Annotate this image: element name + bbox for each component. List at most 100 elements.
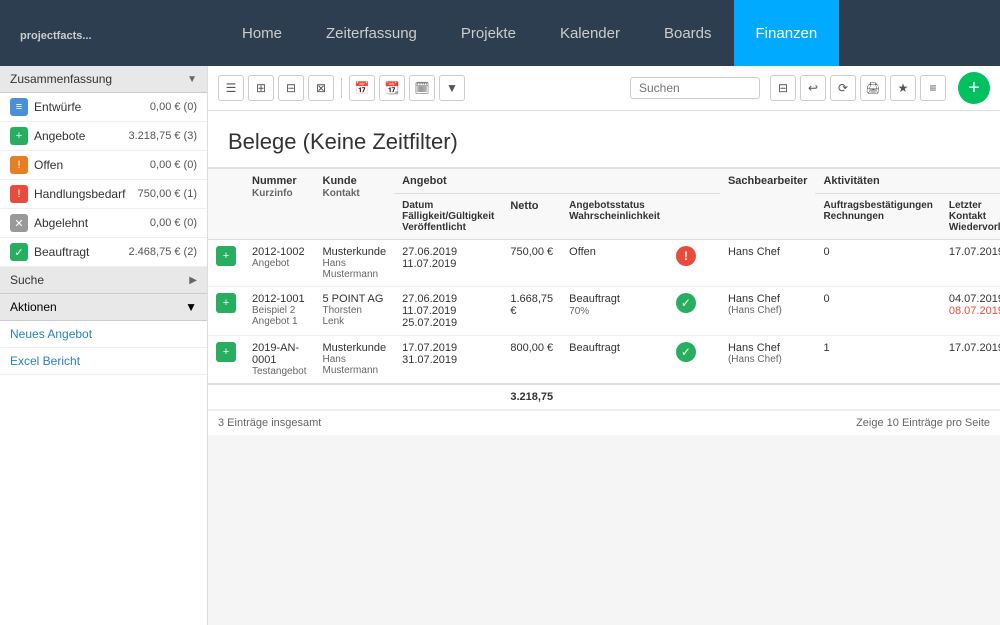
th-sachbearbeiter[interactable]: Sachbearbeiter — [720, 169, 815, 240]
sidebar-zusammenfassung-header[interactable]: Zusammenfassung ▼ — [0, 66, 207, 93]
aktionen-arrow: ▼ — [185, 300, 197, 314]
nav-projekte[interactable]: Projekte — [439, 0, 538, 66]
th-netto[interactable]: Netto — [502, 194, 561, 240]
nav-kalender[interactable]: Kalender — [538, 0, 642, 66]
row1-kunde: Musterkunde Hans Mustermann — [315, 240, 395, 287]
row2-status-icon: ✓ — [676, 293, 696, 313]
row2-letzter-kontakt: 04.07.2019 08.07.2019 — [941, 287, 1000, 336]
toolbar-list-btn[interactable]: ☰ — [218, 75, 244, 101]
search-input[interactable] — [630, 77, 760, 99]
data-table: Nummer Kurzinfo Kunde Kontakt Angebot Sa… — [208, 169, 1000, 410]
content-area: ☰ ⊞ ⊟ ⊠ 📅 📆 🗓 ▼ ⊟ ↩ ⟳ 🖨 ★ ≡ + Bele — [208, 66, 1000, 625]
zusammenfassung-label: Zusammenfassung — [10, 72, 112, 86]
row1-sachbearbeiter: Hans Chef — [720, 240, 815, 287]
th-letzter-kontakt[interactable]: Letzter Kontakt Wiedervorlage — [941, 194, 1000, 240]
th-auftragsbestatigungen[interactable]: Auftragsbestätigungen Rechnungen — [815, 194, 940, 240]
add-button[interactable]: + — [958, 72, 990, 104]
row3-letzter-kontakt: 17.07.2019 — [941, 336, 1000, 385]
sidebar-aktionen-header: Aktionen ▼ — [0, 294, 207, 321]
draft-icon: ≡ — [10, 98, 28, 116]
th-aktivitaten-group: Aktivitäten — [815, 169, 1000, 194]
offen-amount: 0,00 € (0) — [150, 159, 197, 171]
th-empty3 — [704, 194, 720, 240]
angebote-label: Angebote — [34, 129, 129, 143]
total-row: 3.218,75 — [208, 384, 1000, 410]
sidebar-item-angebote[interactable]: + Angebote 3.218,75 € (3) — [0, 122, 207, 151]
row3-status-icon: ✓ — [676, 342, 696, 362]
row3-status-icon-cell: ✓ — [668, 336, 704, 385]
nav-boards[interactable]: Boards — [642, 0, 734, 66]
row3-status: Beauftragt — [561, 336, 668, 385]
sidebar-item-handlungsbedarf[interactable]: ! Handlungsbedarf 750,00 € (1) — [0, 180, 207, 209]
row2-wiedervorlage-date: 08.07.2019 — [949, 305, 1000, 317]
aktionen-label: Aktionen — [10, 300, 57, 314]
footer-per-page: Zeige 10 Einträge pro Seite — [856, 417, 990, 429]
table-row[interactable]: + 2019-AN- 0001 Testangebot Musterkunde … — [208, 336, 1000, 385]
th-nummer[interactable]: Nummer Kurzinfo — [244, 169, 315, 240]
row2-netto: 1.668,75 € — [502, 287, 561, 336]
toolbar-cal3-btn[interactable]: 🗓 — [409, 75, 435, 101]
row3-nummer: 2019-AN- 0001 Testangebot — [244, 336, 315, 385]
nav-finanzen[interactable]: Finanzen — [734, 0, 840, 66]
settings-btn[interactable]: ≡ — [920, 75, 946, 101]
assigned-icon: ✓ — [10, 243, 28, 261]
main-layout: Zusammenfassung ▼ ≡ Entwürfe 0,00 € (0) … — [0, 66, 1000, 625]
neues-angebot-button[interactable]: Neues Angebot — [0, 321, 207, 348]
page-title: Belege (Keine Zeitfilter) — [208, 111, 1000, 169]
toolbar-right: ⊟ ↩ ⟳ 🖨 ★ ≡ — [770, 75, 946, 101]
row3-type-icon: + — [216, 342, 236, 362]
toolbar-sep1 — [341, 78, 342, 98]
toolbar-cal-btn[interactable]: 📅 — [349, 75, 375, 101]
toolbar-dropdown-btn[interactable]: ▼ — [439, 75, 465, 101]
row1-empty — [704, 240, 720, 287]
toolbar-table-btn[interactable]: ⊟ — [278, 75, 304, 101]
toolbar-grid-btn[interactable]: ⊞ — [248, 75, 274, 101]
row2-status-icon-cell: ✓ — [668, 287, 704, 336]
row3-empty — [704, 336, 720, 385]
sidebar-item-abgelehnt[interactable]: ✕ Abgelehnt 0,00 € (0) — [0, 209, 207, 238]
handlungsbedarf-amount: 750,00 € (1) — [138, 188, 197, 200]
undo-btn[interactable]: ↩ — [800, 75, 826, 101]
nav-items: Home Zeiterfassung Projekte Kalender Boa… — [220, 0, 839, 66]
abgelehnt-label: Abgelehnt — [34, 216, 150, 230]
row1-netto: 750,00 € — [502, 240, 561, 287]
row1-nummer: 2012-1002 Angebot — [244, 240, 315, 287]
abgelehnt-amount: 0,00 € (0) — [150, 217, 197, 229]
beauftragt-amount: 2.468,75 € (2) — [129, 246, 198, 258]
th-datum[interactable]: Datum Fälligkeit/Gültigkeit Veröffentlic… — [394, 194, 502, 240]
sidebar-item-beauftragt[interactable]: ✓ Beauftragt 2.468,75 € (2) — [0, 238, 207, 267]
refresh-btn[interactable]: ⟳ — [830, 75, 856, 101]
sidebar: Zusammenfassung ▼ ≡ Entwürfe 0,00 € (0) … — [0, 66, 208, 625]
th-kunde[interactable]: Kunde Kontakt — [315, 169, 395, 240]
row3-sachbearbeiter: Hans Chef (Hans Chef) — [720, 336, 815, 385]
rejected-icon: ✕ — [10, 214, 28, 232]
print-btn[interactable]: 🖨 — [860, 75, 886, 101]
table-row[interactable]: + 2012-1002 Angebot Musterkunde Hans Mus… — [208, 240, 1000, 287]
suche-label: Suche — [10, 273, 44, 287]
row1-letzter-kontakt: 17.07.2019 — [941, 240, 1000, 287]
nav-home[interactable]: Home — [220, 0, 304, 66]
excel-bericht-button[interactable]: Excel Bericht — [0, 348, 207, 375]
table-container: Nummer Kurzinfo Kunde Kontakt Angebot Sa… — [208, 169, 1000, 435]
table-footer: 3 Einträge insgesamt Zeige 10 Einträge p… — [208, 410, 1000, 435]
filter-btn[interactable]: ⊟ — [770, 75, 796, 101]
beauftragt-label: Beauftragt — [34, 245, 129, 259]
row3-netto: 800,00 € — [502, 336, 561, 385]
star-btn[interactable]: ★ — [890, 75, 916, 101]
th-angebotsstatus[interactable]: Angebotsstatus Wahrscheinlichkeit — [561, 194, 668, 240]
suche-arrow: ▶ — [189, 275, 197, 286]
sidebar-item-entwurfe[interactable]: ≡ Entwürfe 0,00 € (0) — [0, 93, 207, 122]
toolbar-cal2-btn[interactable]: 📆 — [379, 75, 405, 101]
toolbar: ☰ ⊞ ⊟ ⊠ 📅 📆 🗓 ▼ ⊟ ↩ ⟳ 🖨 ★ ≡ + — [208, 66, 1000, 111]
nav-zeiterfassung[interactable]: Zeiterfassung — [304, 0, 439, 66]
row3-kunde: Musterkunde Hans Mustermann — [315, 336, 395, 385]
toolbar-view-btn[interactable]: ⊠ — [308, 75, 334, 101]
sidebar-suche-header[interactable]: Suche ▶ — [0, 267, 207, 294]
sidebar-item-offen[interactable]: ! Offen 0,00 € (0) — [0, 151, 207, 180]
handlungsbedarf-label: Handlungsbedarf — [34, 187, 138, 201]
row2-type-icon: + — [216, 293, 236, 313]
logo-text: projectfacts... — [20, 30, 92, 42]
table-row[interactable]: + 2012-1001 Beispiel 2 Angebot 1 5 POINT… — [208, 287, 1000, 336]
row2-datum: 27.06.2019 11.07.2019 25.07.2019 — [394, 287, 502, 336]
entwurfe-amount: 0,00 € (0) — [150, 101, 197, 113]
